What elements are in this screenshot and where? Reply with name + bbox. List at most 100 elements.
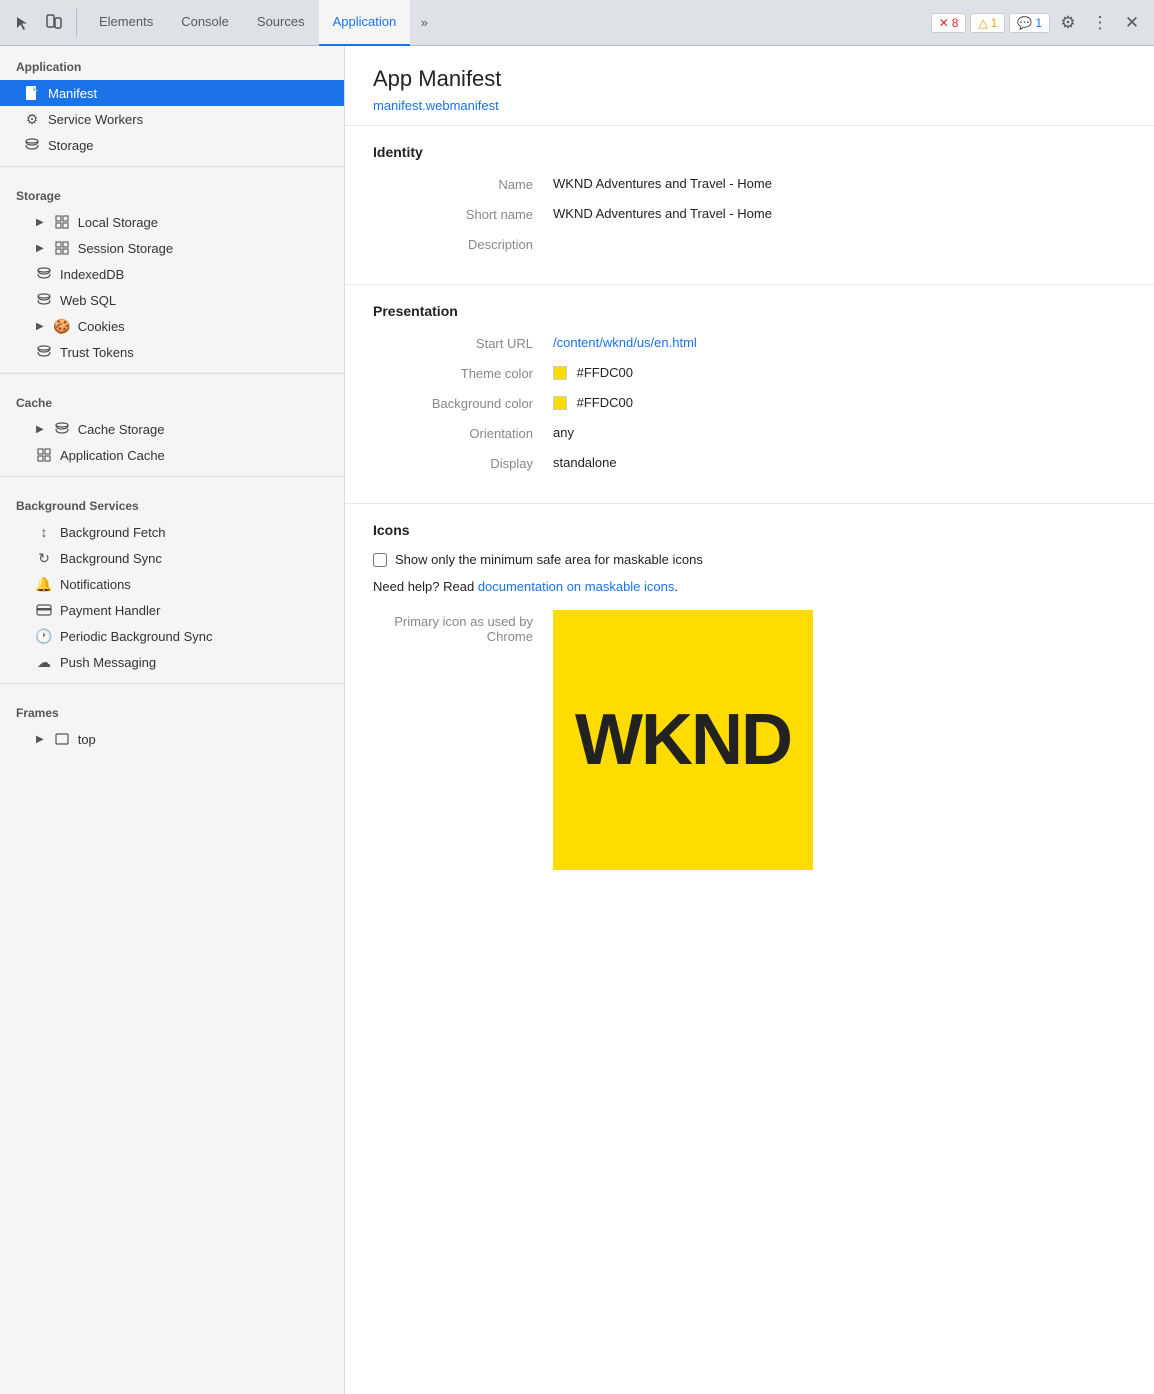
indexeddb-label: IndexedDB — [60, 267, 124, 282]
error-icon: ✕ — [939, 16, 949, 30]
content-area: App Manifest manifest.webmanifest Identi… — [345, 46, 1154, 1394]
sidebar-item-session-storage[interactable]: ▶ Session Storage — [0, 235, 344, 261]
description-row: Description — [373, 236, 1126, 252]
arrow-icon-session: ▶ — [36, 243, 44, 254]
sidebar-item-app-cache[interactable]: Application Cache — [0, 442, 344, 468]
bg-color-row: Background color #FFDC00 — [373, 395, 1126, 411]
devtools-tabs: Elements Console Sources Application » — [85, 0, 927, 46]
display-value: standalone — [553, 455, 1126, 470]
more-tabs-btn[interactable]: » — [410, 9, 438, 37]
orientation-value: any — [553, 425, 1126, 440]
manifest-link[interactable]: manifest.webmanifest — [373, 98, 499, 113]
application-section-label: Application — [0, 46, 344, 80]
web-sql-label: Web SQL — [60, 293, 116, 308]
more-options-btn[interactable]: ⋮ — [1086, 9, 1114, 37]
tab-console[interactable]: Console — [167, 0, 243, 46]
icon-preview-box: WKND — [553, 610, 813, 870]
sidebar-item-periodic-bg-sync[interactable]: 🕐 Periodic Background Sync — [0, 623, 344, 649]
devtools-toolbar: Elements Console Sources Application » ✕… — [0, 0, 1154, 46]
bg-section-label: Background Services — [0, 485, 344, 519]
warning-icon: △ — [978, 16, 987, 30]
short-name-value: WKND Adventures and Travel - Home — [553, 206, 1126, 221]
sidebar-item-web-sql[interactable]: Web SQL — [0, 287, 344, 313]
maskable-checkbox[interactable] — [373, 553, 387, 567]
storage-label: Storage — [48, 138, 94, 153]
theme-color-label: Theme color — [373, 365, 553, 381]
theme-color-value: #FFDC00 — [553, 365, 1126, 381]
db-icon-sql — [36, 292, 52, 308]
error-badge[interactable]: ✕ 8 — [931, 13, 967, 33]
sidebar-item-notifications[interactable]: 🔔 Notifications — [0, 571, 344, 597]
sidebar-sep-3 — [0, 476, 344, 477]
message-badge[interactable]: 💬 1 — [1009, 13, 1050, 33]
theme-color-swatch — [553, 366, 567, 380]
start-url-link[interactable]: /content/wknd/us/en.html — [553, 335, 697, 350]
sidebar-item-cookies[interactable]: ▶ 🍪 Cookies — [0, 313, 344, 339]
maskable-label[interactable]: Show only the minimum safe area for mask… — [395, 552, 703, 567]
start-url-row: Start URL /content/wknd/us/en.html — [373, 335, 1126, 351]
sidebar-item-local-storage[interactable]: ▶ Local Storage — [0, 209, 344, 235]
sidebar-item-frames-top[interactable]: ▶ top — [0, 726, 344, 752]
periodic-bg-sync-label: Periodic Background Sync — [60, 629, 212, 644]
display-label: Display — [373, 455, 553, 471]
sidebar-item-bg-fetch[interactable]: ↕ Background Fetch — [0, 519, 344, 545]
sidebar-sep-1 — [0, 166, 344, 167]
cursor-icon — [14, 15, 30, 31]
icon-preview-row: Primary icon as used by Chrome WKND — [373, 610, 1126, 870]
cache-storage-label: Cache Storage — [78, 422, 165, 437]
local-storage-label: Local Storage — [78, 215, 158, 230]
name-label: Name — [373, 176, 553, 192]
sidebar-item-manifest[interactable]: Manifest — [0, 80, 344, 106]
sidebar-item-bg-sync[interactable]: ↻ Background Sync — [0, 545, 344, 571]
sidebar-item-service-workers[interactable]: ⚙ Service Workers — [0, 106, 344, 132]
frames-top-label: top — [78, 732, 96, 747]
sidebar-item-trust-tokens[interactable]: Trust Tokens — [0, 339, 344, 365]
tab-application[interactable]: Application — [319, 0, 411, 46]
push-messaging-label: Push Messaging — [60, 655, 156, 670]
warning-badge[interactable]: △ 1 — [970, 13, 1005, 33]
sidebar-item-push-messaging[interactable]: ☁ Push Messaging — [0, 649, 344, 675]
presentation-section: Presentation Start URL /content/wknd/us/… — [345, 285, 1154, 504]
mobile-icon-btn[interactable] — [40, 9, 68, 37]
identity-title: Identity — [373, 144, 1126, 160]
cloud-icon: ☁ — [36, 654, 52, 670]
icon-preview-text: WKND — [575, 699, 791, 781]
short-name-label: Short name — [373, 206, 553, 222]
maskable-docs-link[interactable]: documentation on maskable icons — [478, 579, 675, 594]
name-row: Name WKND Adventures and Travel - Home — [373, 176, 1126, 192]
cookie-icon: 🍪 — [54, 318, 70, 334]
frames-section-label: Frames — [0, 692, 344, 726]
content-header: App Manifest manifest.webmanifest — [345, 46, 1154, 126]
db-icon-indexed — [36, 266, 52, 282]
clock-icon: 🕐 — [36, 628, 52, 644]
toolbar-separator — [76, 9, 77, 37]
sync-icon: ↻ — [36, 550, 52, 566]
theme-color-row: Theme color #FFDC00 — [373, 365, 1126, 381]
arrows-icon: ↕ — [36, 524, 52, 540]
orientation-row: Orientation any — [373, 425, 1126, 441]
bg-color-swatch — [553, 396, 567, 410]
mobile-icon — [45, 14, 63, 32]
tab-sources[interactable]: Sources — [243, 0, 319, 46]
settings-icon-btn[interactable]: ⚙ — [1054, 9, 1082, 37]
sidebar-item-storage[interactable]: Storage — [0, 132, 344, 158]
cache-section-label: Cache — [0, 382, 344, 416]
window-icon — [54, 731, 70, 747]
cookies-label: Cookies — [78, 319, 125, 334]
bg-fetch-label: Background Fetch — [60, 525, 166, 540]
cursor-icon-btn[interactable] — [8, 9, 36, 37]
payment-handler-label: Payment Handler — [60, 603, 160, 618]
tab-elements[interactable]: Elements — [85, 0, 167, 46]
sidebar-item-cache-storage[interactable]: ▶ Cache Storage — [0, 416, 344, 442]
message-icon: 💬 — [1017, 16, 1032, 30]
sidebar: Application Manifest ⚙ Service Workers S… — [0, 46, 345, 1394]
manifest-icon — [24, 85, 40, 101]
session-storage-label: Session Storage — [78, 241, 173, 256]
service-workers-label: Service Workers — [48, 112, 143, 127]
manifest-label: Manifest — [48, 86, 97, 101]
sidebar-item-payment-handler[interactable]: Payment Handler — [0, 597, 344, 623]
sidebar-item-indexeddb[interactable]: IndexedDB — [0, 261, 344, 287]
badge-group: ✕ 8 △ 1 💬 1 — [931, 13, 1050, 33]
close-btn[interactable]: ✕ — [1118, 9, 1146, 37]
bg-color-label: Background color — [373, 395, 553, 411]
